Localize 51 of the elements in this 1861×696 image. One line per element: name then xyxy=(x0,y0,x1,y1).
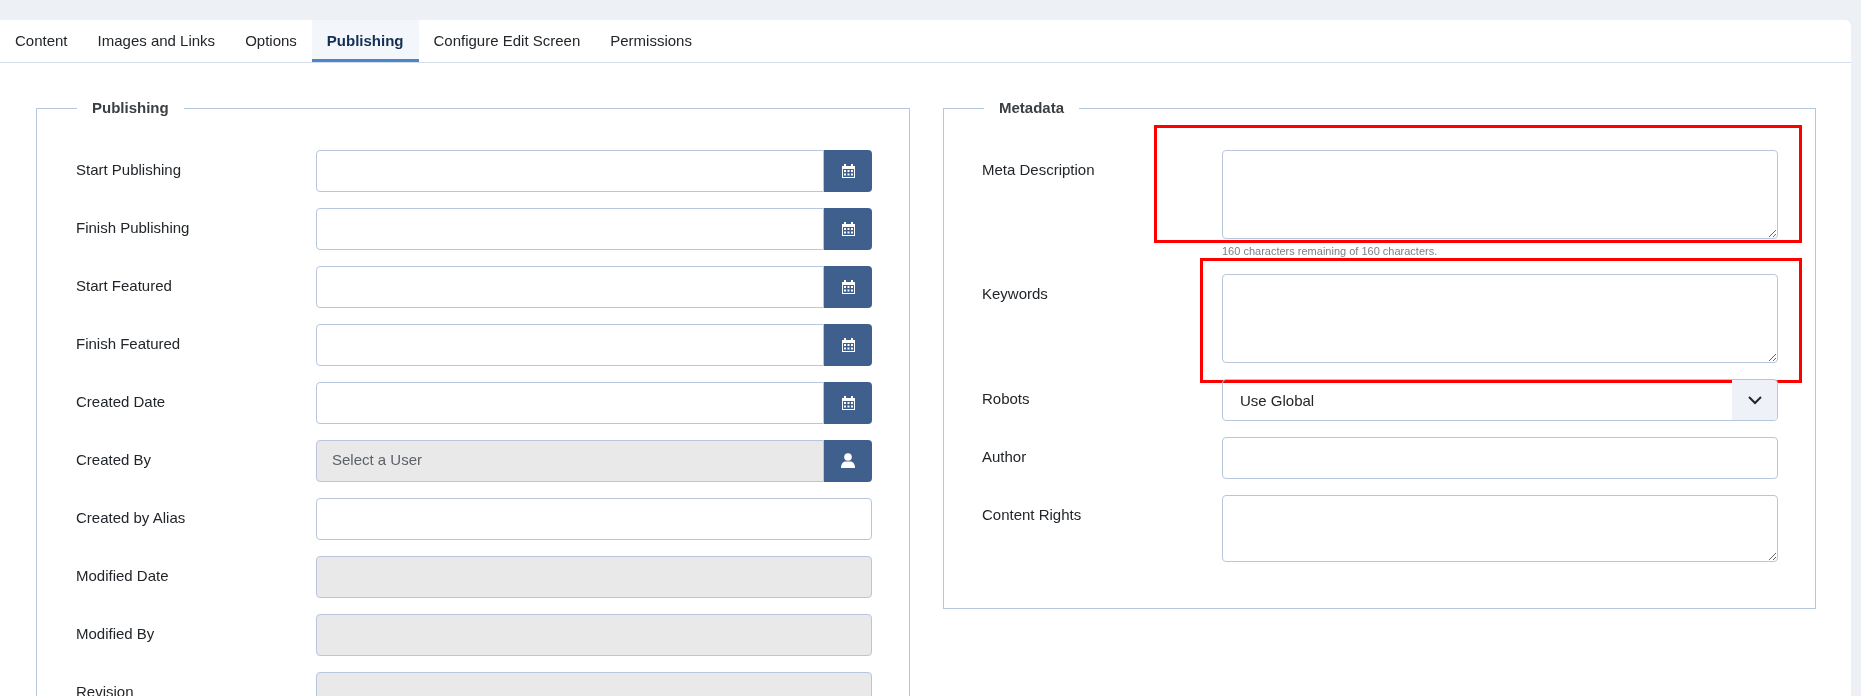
select-user-button[interactable] xyxy=(824,439,872,482)
text-field[interactable] xyxy=(1222,437,1778,479)
field-label: Robots xyxy=(982,389,1031,409)
calendar-icon xyxy=(841,163,855,178)
field-label: Created Date xyxy=(76,391,167,412)
tab[interactable]: Content xyxy=(0,20,83,62)
calendar-button[interactable] xyxy=(824,265,872,308)
user-icon xyxy=(841,453,855,468)
user-field[interactable]: Select a User xyxy=(316,439,824,482)
calendar-button[interactable] xyxy=(824,149,872,192)
chevron-down-icon xyxy=(1747,395,1762,405)
dropdown[interactable]: Use Global xyxy=(1222,379,1778,421)
field-label: Modified Date xyxy=(76,565,170,586)
text-field[interactable] xyxy=(316,497,872,540)
tab[interactable]: Publishing xyxy=(311,20,419,62)
date-field[interactable] xyxy=(316,207,824,250)
character-count: 160 characters remaining of 160 characters. xyxy=(1222,243,1439,259)
date-field[interactable] xyxy=(316,265,824,308)
tab[interactable]: Configure Edit Screen xyxy=(418,20,596,62)
field-label: Modified By xyxy=(76,623,156,644)
calendar-icon xyxy=(841,279,855,294)
field-label: Author xyxy=(982,447,1028,467)
tab[interactable]: Images and Links xyxy=(82,20,231,62)
calendar-button[interactable] xyxy=(824,207,872,250)
date-field[interactable] xyxy=(316,323,824,366)
field-label: Finish Publishing xyxy=(76,217,191,238)
date-field[interactable] xyxy=(316,149,824,192)
calendar-icon xyxy=(841,395,855,410)
read-only-field[interactable] xyxy=(316,555,872,598)
field-label: Keywords xyxy=(982,284,1049,304)
text-area[interactable] xyxy=(1222,149,1778,239)
calendar-button[interactable] xyxy=(824,323,872,366)
read-only-field[interactable] xyxy=(316,613,872,656)
date-field[interactable] xyxy=(316,381,824,424)
field-label: Created by Alias xyxy=(76,507,187,528)
field-label: Finish Featured xyxy=(76,333,182,354)
field-label: Content Rights xyxy=(982,505,1083,525)
tab[interactable]: Permissions xyxy=(595,20,707,62)
field-label: Revision xyxy=(76,681,135,696)
section-title: Publishing xyxy=(91,98,170,118)
field-label: Start Publishing xyxy=(76,159,183,180)
text-area[interactable] xyxy=(1222,274,1778,363)
text-area[interactable] xyxy=(1222,495,1778,562)
calendar-icon xyxy=(841,221,855,236)
field-label: Start Featured xyxy=(76,275,173,296)
calendar-button[interactable] xyxy=(824,381,872,424)
section-title: Metadata xyxy=(998,98,1066,118)
field-label: Meta Description xyxy=(982,159,1096,180)
field-label: Created By xyxy=(76,449,153,470)
tab[interactable]: Options xyxy=(230,20,312,62)
calendar-icon xyxy=(841,337,855,352)
